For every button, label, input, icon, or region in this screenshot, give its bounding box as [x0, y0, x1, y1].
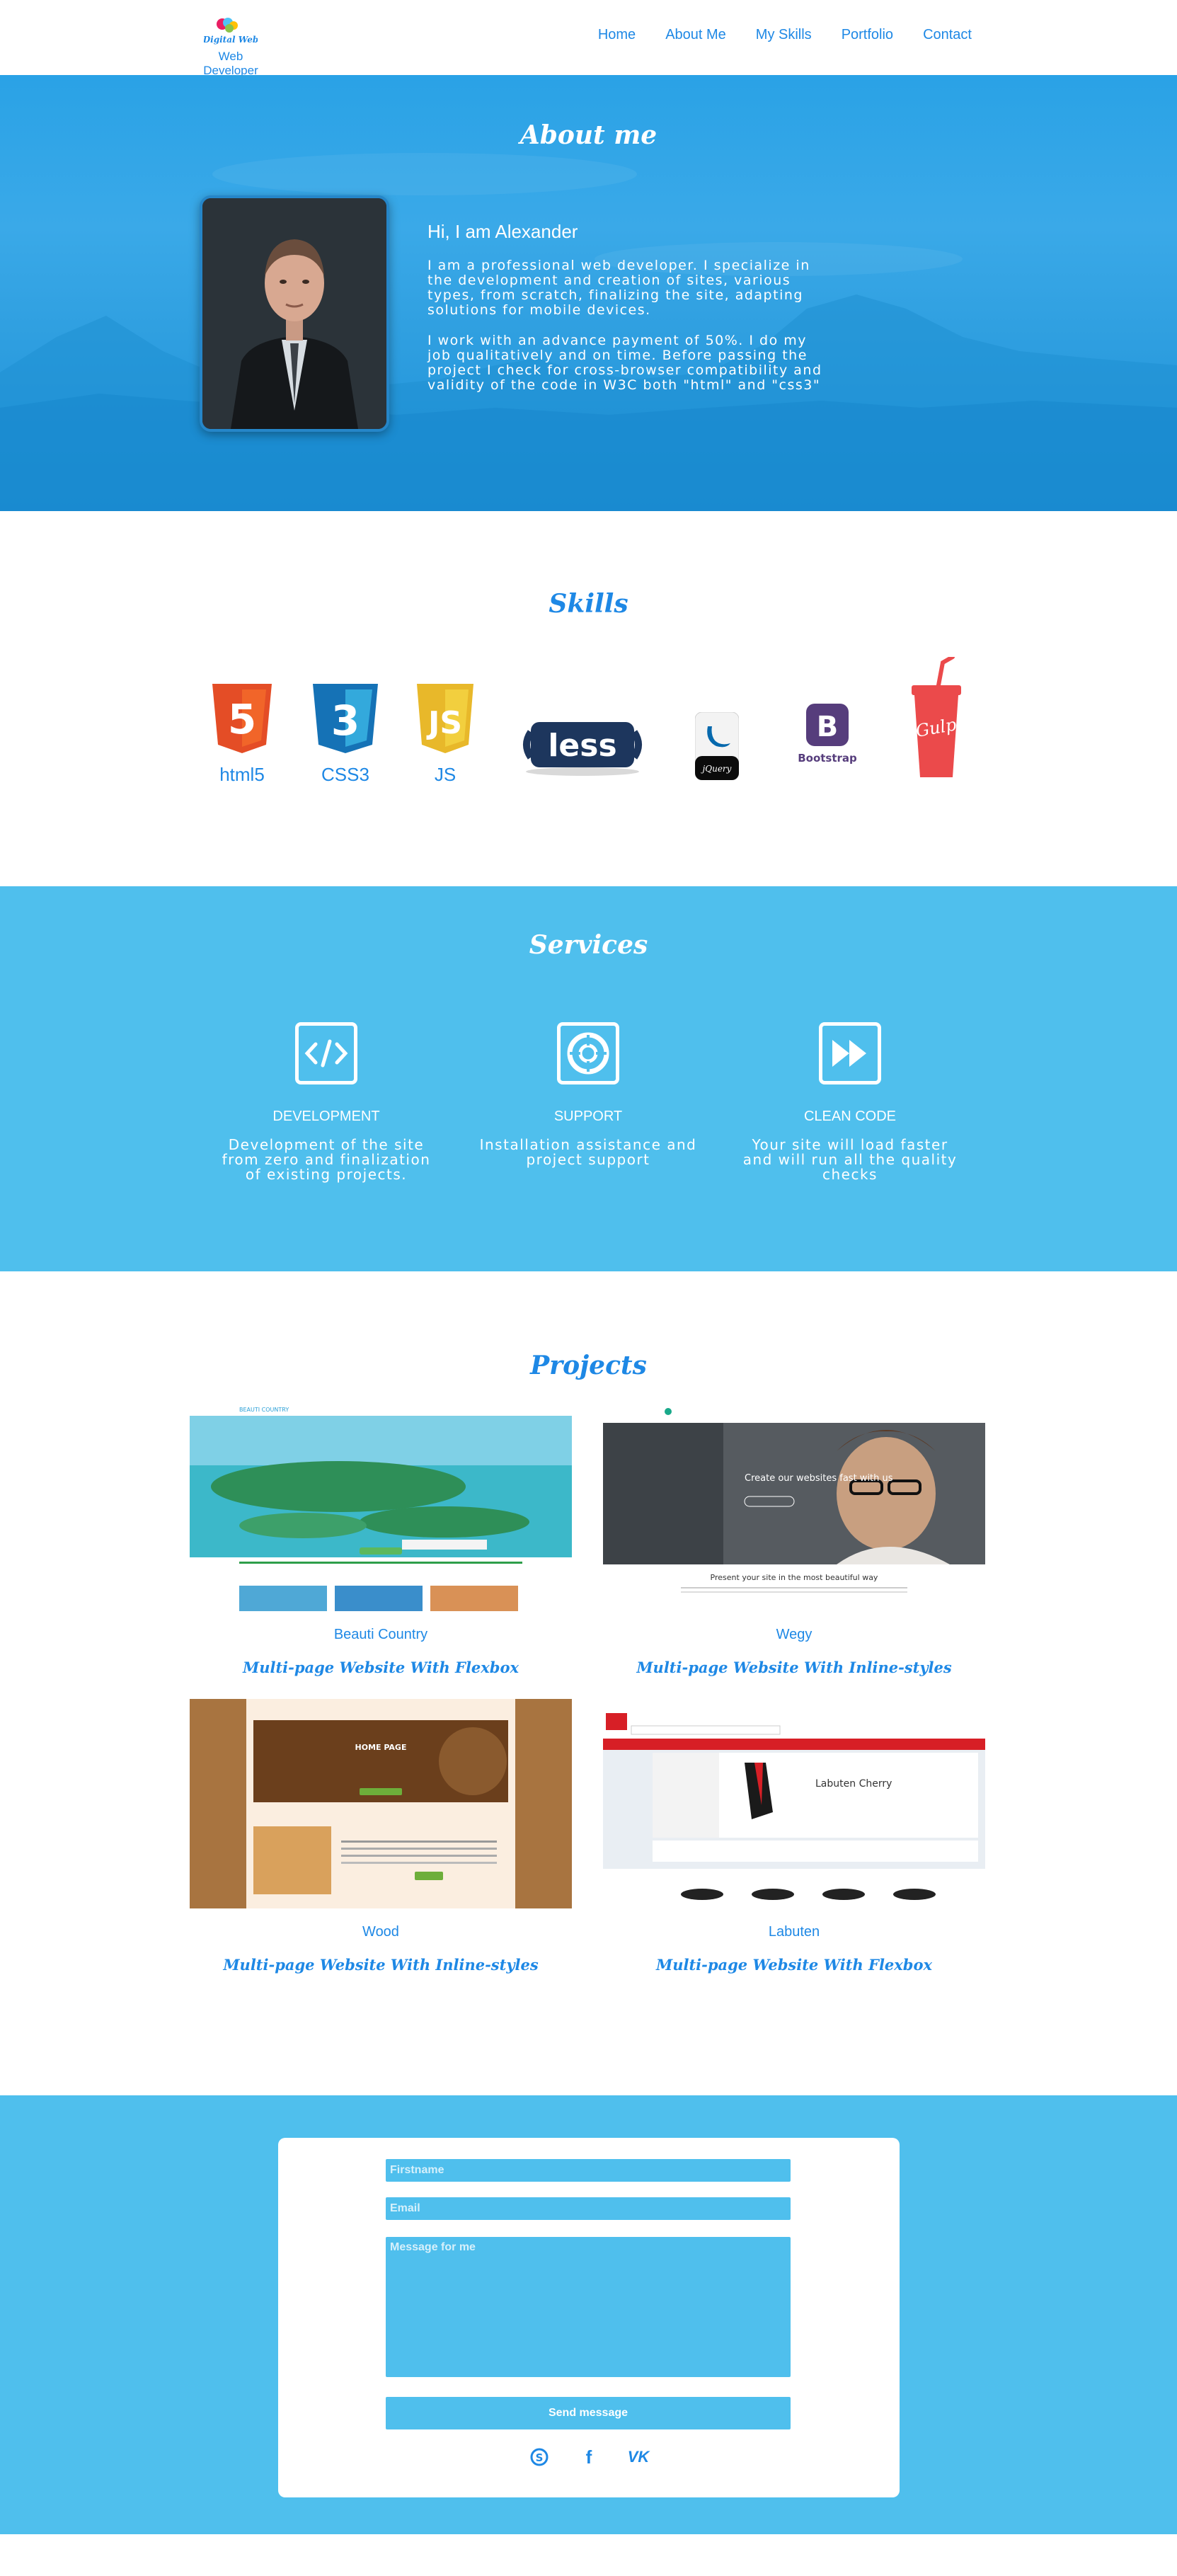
svg-text:Bootstrap: Bootstrap [798, 752, 856, 765]
svg-text:jQuery: jQuery [701, 764, 732, 774]
vk-icon[interactable]: VK [628, 2446, 650, 2468]
skill-jquery: jQuery [694, 711, 740, 784]
jquery-icon: jQuery [694, 711, 740, 781]
project-thumbnail[interactable]: HOME PAGE [190, 1699, 572, 1908]
skype-icon[interactable]: S [529, 2446, 550, 2468]
svg-text:JS: JS [426, 705, 462, 741]
logo[interactable]: Digital Web Web Developer [195, 16, 266, 78]
project-name[interactable]: Beauti Country [190, 1627, 572, 1643]
social-links: S f VK [278, 2446, 900, 2468]
logo-subtitle: Web Developer [203, 50, 258, 77]
services-section: Services DEVELOPMENT Development of the … [0, 886, 1177, 1271]
service-desc: Your site will load faster and will run … [742, 1136, 958, 1183]
service-title: CLEAN CODE [803, 1109, 897, 1124]
profile-photo [200, 195, 389, 432]
skill-css3: 3 CSS3 [310, 684, 381, 786]
svg-text:Create our websites fast with: Create our websites fast with us [745, 1473, 893, 1484]
svg-text:Digital Web: Digital Web [204, 35, 258, 45]
service-support: SUPPORT Installation assistance and proj… [478, 1022, 698, 1167]
svg-text:Present your site in the most: Present your site in the most beautiful … [711, 1573, 878, 1582]
svg-text:Labuten Cherry: Labuten Cherry [815, 1778, 892, 1790]
project-desc: Multi-page Website With Flexbox [242, 1659, 519, 1676]
firstname-field[interactable] [386, 2159, 791, 2182]
service-title: DEVELOPMENT [272, 1109, 380, 1124]
project-card[interactable]: HOME PAGE Wood Multi-page Website With I… [190, 1699, 572, 1974]
project-card[interactable]: Labuten Cherry Labuten Multi-page Websit… [603, 1699, 985, 1974]
skill-html5: 5 html5 [209, 684, 275, 786]
html5-icon: 5 [212, 684, 272, 753]
nav-about[interactable]: About Me [665, 27, 726, 43]
svg-text:BEAUTI COUNTRY: BEAUTI COUNTRY [239, 1407, 289, 1413]
project-desc: Multi-page Website With Inline-styles [223, 1956, 539, 1974]
skill-label: html5 [219, 764, 265, 785]
skill-label: JS [434, 764, 457, 785]
nav-portfolio[interactable]: Portfolio [842, 27, 893, 43]
services-title: Services [529, 930, 648, 960]
svg-text:HOME PAGE: HOME PAGE [355, 1743, 407, 1752]
contact-form: Send message S f VK [278, 2138, 900, 2497]
project-name[interactable]: Wegy [603, 1627, 985, 1643]
skill-js: JS JS [415, 684, 476, 786]
gulp-icon: Gulp [912, 655, 961, 777]
svg-text:5: 5 [228, 695, 256, 743]
page-footer-gap [0, 2534, 1177, 2576]
fast-forward-icon [819, 1022, 881, 1084]
js-icon: JS [417, 684, 473, 753]
less-icon: less [523, 722, 642, 776]
code-icon [295, 1022, 357, 1084]
about-paragraph: I am a professional web developer. I spe… [427, 258, 810, 318]
project-desc: Multi-page Website With Inline-styles [636, 1659, 952, 1676]
projects-section: Projects BEAUTI COUNTRY Beauti Country M… [0, 1271, 1177, 2095]
skills-section: Skills 5 html5 3 CSS3 JS JS less jQuery … [0, 511, 1177, 886]
skill-less: less [519, 718, 645, 781]
project-thumbnail[interactable]: Create our websites fast with us Present… [603, 1402, 985, 1611]
about-section: About me Hi, I am Alexander I am a profe… [0, 75, 1177, 511]
project-thumbnail[interactable]: BEAUTI COUNTRY [190, 1402, 572, 1611]
main-nav: Home About Me My Skills Portfolio Contac… [568, 27, 972, 43]
email-field[interactable] [386, 2197, 791, 2220]
service-development: DEVELOPMENT Development of the site from… [217, 1022, 436, 1182]
about-text: Hi, I am Alexander I am a professional w… [427, 221, 824, 408]
nav-contact[interactable]: Contact [923, 27, 972, 43]
greeting: Hi, I am Alexander [427, 221, 578, 242]
svg-text:S: S [536, 2451, 544, 2464]
send-message-button[interactable]: Send message [386, 2397, 791, 2429]
svg-text:less: less [548, 728, 616, 764]
skill-label: CSS3 [321, 764, 369, 785]
nav-skills[interactable]: My Skills [756, 27, 812, 43]
project-card[interactable]: Create our websites fast with us Present… [603, 1402, 985, 1676]
about-title: About me [519, 120, 658, 150]
svg-text:3: 3 [331, 697, 360, 745]
skill-gulp: Gulp [907, 655, 965, 788]
css3-icon: 3 [313, 684, 378, 753]
lifebuoy-icon [557, 1022, 619, 1084]
about-paragraph: I work with an advance payment of 50%. I… [427, 333, 822, 393]
site-header: Digital Web Web Developer Home About Me … [0, 0, 1177, 78]
svg-text:B: B [817, 711, 839, 743]
project-thumbnail[interactable]: Labuten Cherry [603, 1699, 985, 1908]
facebook-icon[interactable]: f [578, 2446, 599, 2468]
logo-icon: Digital Web [204, 18, 258, 45]
nav-home[interactable]: Home [598, 27, 636, 43]
skill-bootstrap: B Bootstrap [798, 704, 857, 772]
project-desc: Multi-page Website With Flexbox [655, 1956, 933, 1974]
message-field[interactable] [386, 2237, 791, 2377]
projects-title: Projects [530, 1351, 647, 1380]
service-title: SUPPORT [553, 1109, 623, 1124]
project-name[interactable]: Labuten [603, 1924, 985, 1940]
bootstrap-icon: B Bootstrap [798, 704, 857, 765]
project-card[interactable]: BEAUTI COUNTRY Beauti Country Multi-page… [190, 1402, 572, 1676]
service-clean-code: CLEAN CODE Your site will load faster an… [740, 1022, 960, 1182]
skills-title: Skills [549, 589, 628, 619]
service-desc: Installation assistance and project supp… [479, 1136, 697, 1168]
service-desc: Development of the site from zero and fi… [222, 1136, 431, 1183]
project-name[interactable]: Wood [190, 1924, 572, 1940]
contact-section: Send message S f VK [0, 2095, 1177, 2534]
